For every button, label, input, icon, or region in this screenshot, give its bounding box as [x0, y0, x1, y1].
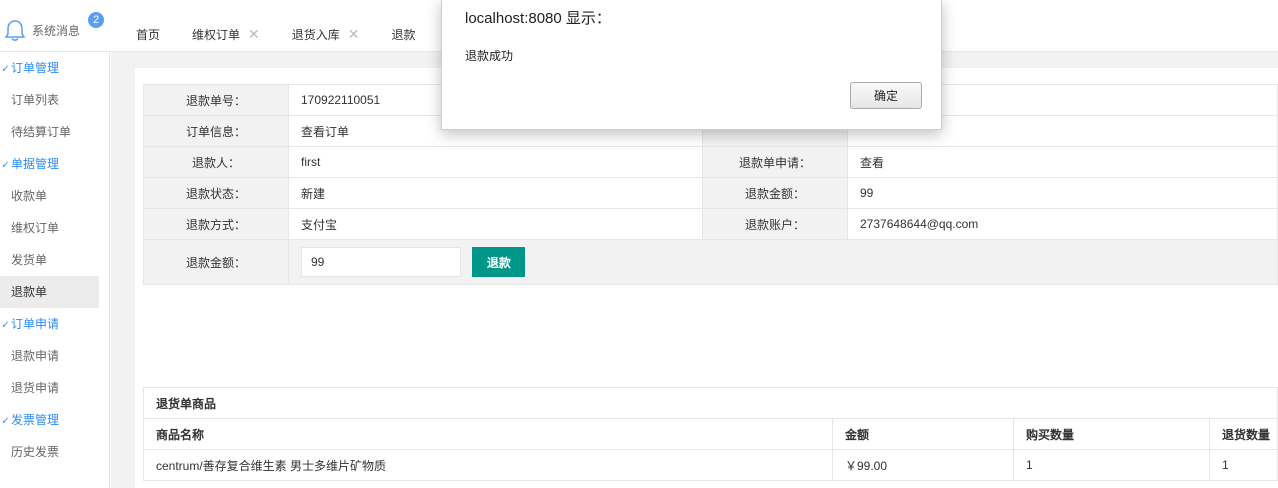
column-header: 购买数量 — [1013, 418, 1210, 450]
tab-bar: 首页 维权订单 ✕ 退货入库 ✕ 退款 — [120, 24, 432, 44]
sidebar-item-refunds[interactable]: 退款单 — [0, 276, 99, 308]
tab-return-stock-in[interactable]: 退货入库 ✕ — [276, 24, 376, 44]
sidebar-group-order-requests[interactable]: ✓订单申请 — [0, 308, 109, 340]
table-row: 退款方式： 支付宝 退款账户： 2737648644@qq.com — [143, 208, 1278, 240]
refund-status-value: 新建 — [288, 177, 703, 209]
table-row: 退款人： first 退款单申请： 查看 — [143, 146, 1278, 178]
sidebar-item-label: 退款单 — [11, 285, 48, 299]
sidebar-item-label: 退货申请 — [11, 381, 60, 395]
sidebar-group-order-management[interactable]: ✓订单管理 — [0, 52, 109, 84]
sidebar-item-label: 历史发票 — [11, 445, 60, 459]
table-row: 退货单商品 — [143, 387, 1278, 419]
sidebar-item-label: 维权订单 — [11, 221, 60, 235]
sidebar-item-return-requests[interactable]: 退货申请 — [0, 372, 109, 404]
sidebar-item-label: 收款单 — [11, 189, 48, 203]
tab-rights-orders[interactable]: 维权订单 ✕ — [176, 24, 276, 44]
refund-status-label: 退款状态： — [143, 177, 289, 209]
ok-button[interactable]: 确定 — [850, 82, 922, 109]
message-count-badge: 2 — [88, 12, 104, 28]
refund-method-value: 支付宝 — [288, 208, 703, 240]
chevron-down-icon: ✓ — [1, 160, 10, 171]
view-application-link[interactable]: 查看 — [847, 146, 1278, 178]
tab-home[interactable]: 首页 — [120, 24, 176, 44]
refund-detail-panel: 退款单号： 170922110051 订单信息： 查看订单 退款人： first… — [135, 68, 1278, 488]
tab-refund[interactable]: 退款 — [376, 24, 432, 44]
amount-cell: ￥99.00 — [832, 449, 1014, 481]
sidebar-item-label: 订单列表 — [11, 93, 60, 107]
refund-amount-input[interactable] — [301, 247, 461, 277]
chevron-down-icon: ✓ — [1, 320, 10, 331]
tab-label: 退货入库 — [291, 27, 340, 42]
refund-person-label: 退款人： — [143, 146, 289, 178]
sidebar-group-invoice-management[interactable]: ✓发票管理 — [0, 404, 109, 436]
table-row: centrum/善存复合维生素 男士多维片矿物质 ￥99.00 1 1 — [143, 449, 1278, 481]
table-row: 退款状态： 新建 退款金额： 99 — [143, 177, 1278, 209]
refund-account-value: 2737648644@qq.com — [847, 208, 1278, 240]
tab-label: 维权订单 — [192, 27, 241, 42]
refund-no-label: 退款单号： — [143, 84, 289, 116]
column-header: 退货数量 — [1209, 418, 1278, 450]
sidebar-item-order-list[interactable]: 订单列表 — [0, 84, 109, 116]
refund-method-label: 退款方式： — [143, 208, 289, 240]
sidebar-item-label: 退款申请 — [11, 349, 60, 363]
close-icon[interactable]: ✕ — [248, 26, 260, 43]
system-messages-label: 系统消息 — [32, 23, 81, 38]
tab-label: 退款 — [391, 27, 416, 42]
return-goods-title: 退货单商品 — [143, 387, 1278, 419]
return-qty-cell: 1 — [1209, 449, 1278, 481]
column-header: 商品名称 — [143, 418, 833, 450]
sidebar: ✓订单管理 订单列表 待结算订单 ✓单据管理 收款单 维权订单 发货单 退款单 … — [0, 52, 110, 488]
chevron-down-icon: ✓ — [1, 64, 10, 75]
sidebar-item-shipments[interactable]: 发货单 — [0, 244, 109, 276]
close-icon[interactable]: ✕ — [348, 26, 360, 43]
sidebar-group-document-management[interactable]: ✓单据管理 — [0, 148, 109, 180]
sidebar-item-pending-settlement[interactable]: 待结算订单 — [0, 116, 109, 148]
sidebar-item-label: 待结算订单 — [11, 125, 72, 139]
return-goods-table: 退货单商品 商品名称 金额 购买数量 退货数量 centrum/善存复合维生素 … — [143, 387, 1278, 481]
chevron-down-icon: ✓ — [1, 416, 10, 427]
sidebar-item-receipts[interactable]: 收款单 — [0, 180, 109, 212]
order-info-label: 订单信息： — [143, 115, 289, 147]
sidebar-item-label: 发货单 — [11, 253, 48, 267]
tab-label: 首页 — [136, 27, 161, 42]
dialog-title: localhost:8080 显示： — [465, 10, 611, 27]
table-header-row: 商品名称 金额 购买数量 退货数量 — [143, 418, 1278, 450]
refund-button[interactable]: 退款 — [472, 247, 526, 277]
refund-amount-value: 99 — [847, 177, 1278, 209]
bell-icon — [4, 20, 26, 41]
refund-amount-label: 退款金额： — [702, 177, 848, 209]
sidebar-item-label: 发票管理 — [11, 413, 60, 427]
sidebar-item-label: 订单管理 — [11, 61, 60, 75]
sidebar-item-label: 订单申请 — [11, 317, 60, 331]
dialog-message: 退款成功 — [465, 49, 514, 63]
product-name-cell: centrum/善存复合维生素 男士多维片矿物质 — [143, 449, 833, 481]
refund-application-label: 退款单申请： — [702, 146, 848, 178]
sidebar-item-label: 单据管理 — [11, 157, 60, 171]
alert-dialog: localhost:8080 显示： 退款成功 确定 — [441, 0, 942, 130]
sidebar-item-rights-orders[interactable]: 维权订单 — [0, 212, 109, 244]
column-header: 金额 — [832, 418, 1014, 450]
sidebar-item-refund-requests[interactable]: 退款申请 — [0, 340, 109, 372]
table-row: 退款金额： 退款 — [143, 239, 1278, 285]
sidebar-item-invoice-history[interactable]: 历史发票 — [0, 436, 109, 468]
refund-input-cell: 退款 — [288, 239, 1278, 285]
refund-person-value: first — [288, 146, 703, 178]
refund-input-label: 退款金额： — [143, 239, 289, 285]
refund-account-label: 退款账户： — [702, 208, 848, 240]
purchase-qty-cell: 1 — [1013, 449, 1210, 481]
system-messages[interactable]: 系统消息 2 — [4, 12, 104, 42]
